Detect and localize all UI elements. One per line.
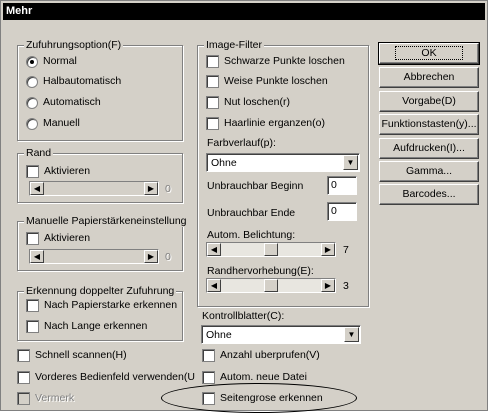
- detect-by-thickness-label: Nach Papierstarke erkennen: [44, 299, 178, 311]
- border-slider[interactable]: ◀ ▶: [29, 181, 159, 196]
- checkbox-box[interactable]: [206, 55, 219, 68]
- checkbox-box[interactable]: [26, 320, 39, 333]
- hairline-checkbox[interactable]: Haarlinie erganzen(o): [206, 117, 325, 130]
- radio-indicator[interactable]: [26, 55, 38, 68]
- paper-thickness-value: 0: [165, 251, 171, 263]
- fast-scan-checkbox[interactable]: Schnell scannen(H): [17, 349, 127, 362]
- checkbox-box[interactable]: [17, 371, 30, 384]
- chevron-down-icon[interactable]: ▼: [344, 327, 359, 342]
- unusable-start-label: Unbrauchbar Beginn: [207, 180, 304, 192]
- radio-semi-auto[interactable]: Halbautomatisch: [26, 75, 121, 88]
- checkbox-box[interactable]: [17, 349, 30, 362]
- slider-left-arrow[interactable]: ◀: [207, 279, 221, 292]
- remove-black-dots-checkbox[interactable]: Schwarze Punkte loschen: [206, 55, 345, 68]
- remove-white-dots-checkbox[interactable]: Weise Punkte loschen: [206, 75, 328, 88]
- edge-label: Randhervorhebung(E):: [207, 265, 314, 277]
- paper-thickness-activate-label: Aktivieren: [44, 232, 91, 244]
- image-filter-label: Image-Filter: [204, 39, 265, 51]
- border-activate-checkbox[interactable]: Aktivieren: [26, 165, 90, 178]
- double-feed-label: Erkennung doppelter Zufuhrung: [24, 285, 177, 297]
- radio-manual[interactable]: Manuell: [26, 117, 80, 130]
- remove-white-dots-label: Weise Punkte loschen: [224, 75, 328, 87]
- checkbox-box[interactable]: [26, 232, 39, 245]
- unusable-start-input[interactable]: 0: [327, 176, 357, 195]
- imprint-button[interactable]: Aufdrucken(I)...: [379, 138, 479, 159]
- control-sheet-value: Ohne: [206, 329, 232, 341]
- default-button[interactable]: Vorgabe(D): [379, 91, 479, 112]
- remove-black-dots-label: Schwarze Punkte loschen: [224, 55, 345, 67]
- border-activate-label: Aktivieren: [44, 165, 91, 177]
- unusable-end-label: Unbrauchbar Ende: [207, 207, 296, 219]
- unusable-end-input[interactable]: 0: [327, 202, 357, 221]
- radio-auto-label: Automatisch: [43, 96, 101, 108]
- gradient-select[interactable]: Ohne ▼: [206, 153, 360, 172]
- slider-thumb[interactable]: [264, 243, 278, 256]
- slider-left-arrow[interactable]: ◀: [207, 243, 221, 256]
- paper-thickness-activate-checkbox[interactable]: Aktivieren: [26, 232, 90, 245]
- paper-thickness-slider[interactable]: ◀ ▶: [29, 249, 159, 264]
- paper-thickness-label: Manuelle Papierstärkeneinstellung: [24, 215, 189, 227]
- auto-exposure-value: 7: [343, 244, 349, 256]
- fast-scan-label: Schnell scannen(H): [35, 349, 127, 361]
- endorser-label: Vermerk: [35, 392, 75, 404]
- checkbox-box[interactable]: [202, 371, 215, 384]
- slider-left-arrow[interactable]: ◀: [30, 182, 44, 195]
- border-group-label: Rand: [24, 147, 54, 159]
- radio-indicator[interactable]: [26, 117, 38, 130]
- checkbox-box: [17, 392, 30, 405]
- chevron-down-icon[interactable]: ▼: [343, 155, 358, 170]
- radio-normal[interactable]: Normal: [26, 55, 77, 68]
- count-check-label: Anzahl uberprufen(V): [220, 349, 320, 361]
- front-panel-checkbox[interactable]: Vorderes Bedienfeld verwenden(U: [17, 371, 195, 384]
- edge-slider[interactable]: ◀ ▶: [206, 278, 336, 293]
- radio-indicator[interactable]: [26, 96, 38, 109]
- slider-right-arrow[interactable]: ▶: [321, 243, 335, 256]
- ok-button-label: OK: [395, 46, 463, 60]
- endorser-checkbox: Vermerk: [17, 392, 74, 405]
- gradient-label: Farbverlauf(p):: [207, 137, 276, 149]
- slider-right-arrow[interactable]: ▶: [321, 279, 335, 292]
- slider-thumb[interactable]: [264, 279, 278, 292]
- front-panel-label: Vorderes Bedienfeld verwenden(U: [35, 371, 195, 383]
- radio-manual-label: Manuell: [43, 117, 80, 129]
- control-sheet-select[interactable]: Ohne ▼: [201, 325, 361, 344]
- barcodes-button[interactable]: Barcodes...: [379, 184, 479, 205]
- slider-right-arrow[interactable]: ▶: [144, 250, 158, 263]
- remove-groove-checkbox[interactable]: Nut loschen(r): [206, 96, 290, 109]
- radio-indicator[interactable]: [26, 75, 38, 88]
- auto-exposure-label: Autom. Belichtung:: [207, 229, 296, 241]
- checkbox-box[interactable]: [206, 117, 219, 130]
- function-keys-button[interactable]: Funktionstasten(y)...: [379, 114, 479, 135]
- ok-button[interactable]: OK: [378, 42, 480, 65]
- detect-by-thickness-checkbox[interactable]: Nach Papierstarke erkennen: [26, 299, 177, 312]
- radio-semi-auto-label: Halbautomatisch: [43, 75, 122, 87]
- hairline-label: Haarlinie erganzen(o): [224, 117, 325, 129]
- radio-auto[interactable]: Automatisch: [26, 96, 101, 109]
- dialog-title: Mehr: [3, 3, 485, 20]
- count-check-checkbox[interactable]: Anzahl uberprufen(V): [202, 349, 320, 362]
- slider-right-arrow[interactable]: ▶: [144, 182, 158, 195]
- edge-value: 3: [343, 280, 349, 292]
- border-value: 0: [165, 183, 171, 195]
- cancel-button[interactable]: Abbrechen: [379, 67, 479, 88]
- checkbox-box[interactable]: [202, 349, 215, 362]
- checkbox-box[interactable]: [26, 165, 39, 178]
- detect-by-length-checkbox[interactable]: Nach Lange erkennen: [26, 320, 147, 333]
- checkbox-box[interactable]: [206, 75, 219, 88]
- detect-by-length-label: Nach Lange erkennen: [44, 320, 148, 332]
- gamma-button[interactable]: Gamma...: [379, 161, 479, 182]
- radio-normal-label: Normal: [43, 55, 77, 67]
- checkbox-box[interactable]: [206, 96, 219, 109]
- highlight-ellipse: [161, 383, 357, 413]
- control-sheet-label: Kontrollblatter(C):: [202, 310, 285, 322]
- checkbox-box[interactable]: [26, 299, 39, 312]
- mehr-dialog: Mehr Zufuhrungsoption(F) Normal Halbauto…: [0, 0, 488, 413]
- slider-left-arrow[interactable]: ◀: [30, 250, 44, 263]
- auto-exposure-slider[interactable]: ◀ ▶: [206, 242, 336, 257]
- gradient-value: Ohne: [211, 157, 237, 169]
- feeding-option-label: Zufuhrungsoption(F): [24, 39, 124, 51]
- remove-groove-label: Nut loschen(r): [224, 96, 290, 108]
